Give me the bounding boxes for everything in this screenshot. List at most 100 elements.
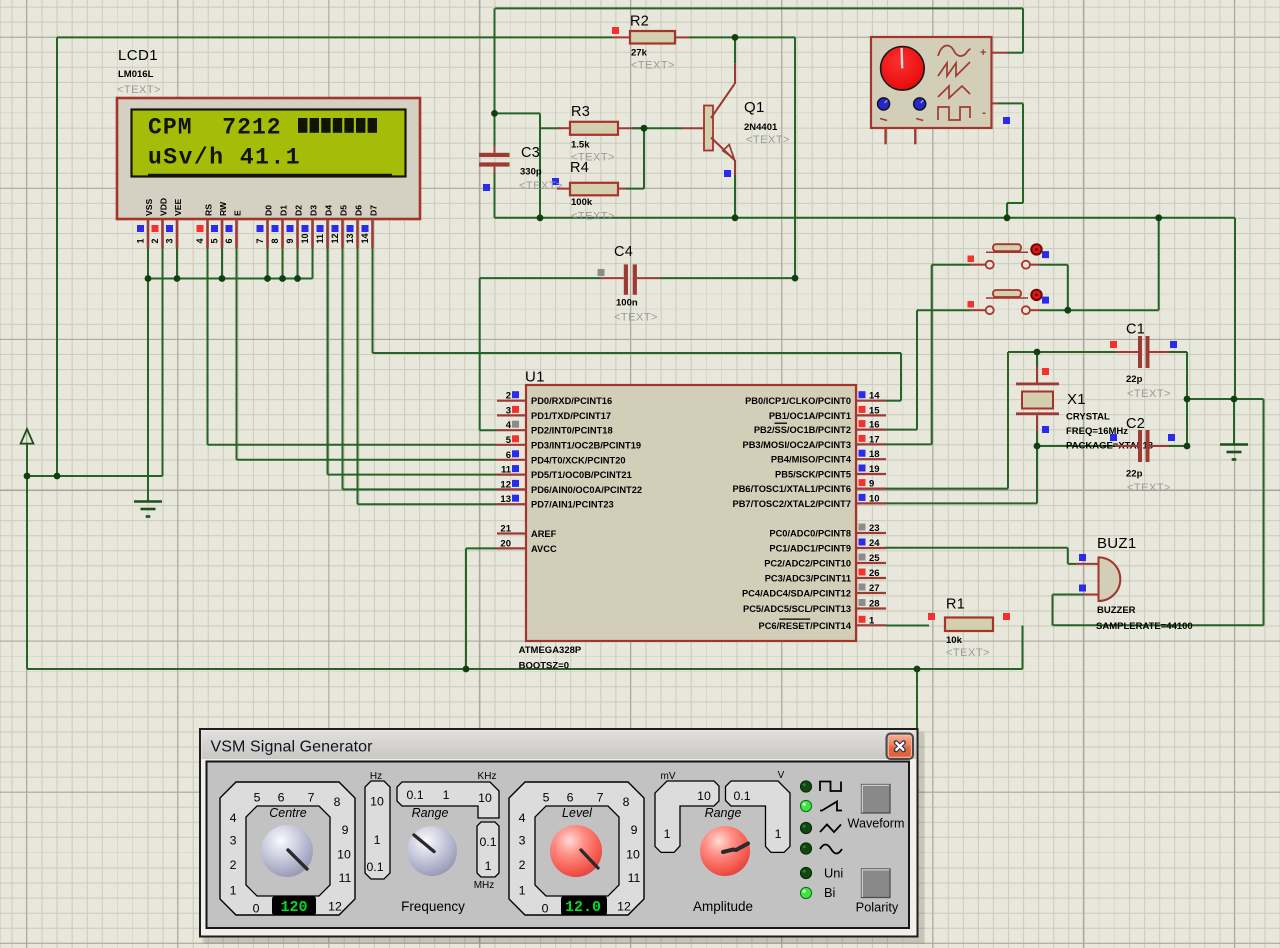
svg-text:BUZZER: BUZZER: [1097, 605, 1136, 616]
svg-text:0: 0: [542, 902, 549, 916]
svg-text:4: 4: [519, 811, 526, 825]
svg-text:2: 2: [230, 858, 237, 872]
svg-text:1: 1: [443, 788, 450, 802]
svg-text:X1: X1: [1067, 391, 1086, 408]
svg-text:R4: R4: [570, 160, 589, 176]
svg-text:12: 12: [500, 479, 511, 490]
svg-text:<TEXT>: <TEXT>: [1127, 388, 1171, 400]
svg-text:24: 24: [869, 538, 880, 549]
svg-text:PC5/ADC5/SCL/PCINT13: PC5/ADC5/SCL/PCINT13: [743, 604, 851, 614]
svg-text:6: 6: [506, 450, 511, 461]
svg-text:11: 11: [628, 871, 641, 885]
svg-text:12: 12: [328, 900, 342, 914]
svg-text:100n: 100n: [616, 298, 638, 309]
svg-text:Frequency: Frequency: [401, 899, 465, 914]
svg-text:MHz: MHz: [474, 880, 495, 891]
svg-text:D3: D3: [308, 205, 318, 216]
svg-text:<TEXT>: <TEXT>: [946, 647, 990, 659]
svg-text:AREF: AREF: [531, 529, 557, 539]
svg-text:V: V: [778, 770, 785, 781]
svg-text:PD2/INT0/PCINT18: PD2/INT0/PCINT18: [531, 426, 613, 436]
svg-text:1: 1: [374, 833, 381, 847]
svg-text:12: 12: [330, 233, 340, 243]
svg-text:5: 5: [543, 791, 550, 805]
svg-text:PC4/ADC4/SDA/PCINT12: PC4/ADC4/SDA/PCINT12: [742, 589, 851, 599]
svg-text:26: 26: [869, 568, 880, 579]
svg-text:22p: 22p: [1126, 374, 1143, 385]
svg-text:27: 27: [869, 583, 880, 594]
svg-text:2: 2: [150, 238, 160, 243]
svg-text:10: 10: [337, 848, 351, 862]
svg-text:R1: R1: [946, 597, 965, 613]
svg-text:R3: R3: [571, 104, 590, 120]
svg-text:<TEXT>: <TEXT>: [1127, 482, 1171, 494]
svg-text:R2: R2: [630, 14, 649, 30]
svg-text:3: 3: [506, 405, 511, 416]
svg-text:20: 20: [500, 538, 511, 549]
svg-text:18: 18: [869, 449, 880, 460]
svg-text:<TEXT>: <TEXT>: [117, 84, 161, 96]
svg-text:16: 16: [869, 420, 880, 431]
svg-text:100k: 100k: [571, 197, 593, 208]
svg-text:5: 5: [506, 435, 512, 446]
svg-text:120: 120: [280, 899, 307, 916]
svg-text:SAMPLERATE=44100: SAMPLERATE=44100: [1096, 621, 1193, 632]
svg-text:D5: D5: [338, 205, 348, 216]
svg-text:PD4/T0/XCK/PCINT20: PD4/T0/XCK/PCINT20: [531, 455, 626, 465]
svg-text:10: 10: [869, 493, 880, 504]
svg-text:2N4401: 2N4401: [744, 122, 778, 133]
svg-text:VSM Signal Generator: VSM Signal Generator: [211, 739, 374, 756]
svg-text:Q1: Q1: [744, 99, 765, 116]
svg-text:Range: Range: [412, 806, 449, 820]
svg-text:11: 11: [315, 234, 325, 244]
svg-text:<TEXT>: <TEXT>: [571, 211, 615, 223]
svg-text:PC1/ADC1/PCINT9: PC1/ADC1/PCINT9: [769, 544, 851, 554]
svg-text:PB2/SS/OC1B/PCINT2: PB2/SS/OC1B/PCINT2: [754, 425, 851, 435]
svg-text:D7: D7: [368, 205, 378, 216]
svg-text:U1: U1: [525, 369, 545, 386]
svg-text:1: 1: [485, 859, 492, 873]
svg-text:14: 14: [869, 391, 880, 402]
svg-text:CPM 7212: CPM 7212: [148, 115, 282, 141]
svg-text:uSv/h 41.1: uSv/h 41.1: [148, 145, 301, 171]
svg-text:4: 4: [230, 811, 237, 825]
svg-text:Waveform: Waveform: [848, 817, 905, 831]
svg-text:PD1/TXD/PCINT17: PD1/TXD/PCINT17: [531, 411, 611, 421]
svg-text:<TEXT>: <TEXT>: [631, 60, 675, 72]
svg-text:21: 21: [500, 524, 511, 535]
svg-text:4: 4: [506, 420, 512, 431]
svg-text:1: 1: [775, 827, 782, 841]
svg-text:7: 7: [308, 791, 315, 805]
svg-text:PB6/TOSC1/XTAL1/PCINT6: PB6/TOSC1/XTAL1/PCINT6: [733, 484, 851, 494]
svg-text:Bi: Bi: [824, 885, 835, 900]
svg-text:Uni: Uni: [824, 866, 843, 881]
svg-text:8: 8: [270, 238, 280, 243]
svg-text:0.1: 0.1: [366, 860, 383, 874]
svg-text:3: 3: [519, 834, 526, 848]
svg-text:1: 1: [136, 238, 146, 243]
svg-text:PB0/ICP1/CLKO/PCINT0: PB0/ICP1/CLKO/PCINT0: [745, 396, 851, 406]
svg-text:6: 6: [224, 238, 234, 243]
svg-text:1: 1: [230, 884, 237, 898]
svg-text:C2: C2: [1126, 416, 1145, 432]
svg-text:4: 4: [195, 238, 205, 243]
svg-text:BUZ1: BUZ1: [1097, 535, 1137, 552]
svg-text:3: 3: [230, 834, 237, 848]
svg-text:1.5k: 1.5k: [571, 140, 590, 151]
svg-text:10: 10: [370, 795, 384, 809]
svg-text:PD5/T1/OC0B/PCINT21: PD5/T1/OC0B/PCINT21: [531, 470, 632, 480]
svg-text:7: 7: [597, 791, 604, 805]
svg-text:PB5/SCK/PCINT5: PB5/SCK/PCINT5: [775, 470, 851, 480]
svg-text:2: 2: [506, 391, 511, 402]
svg-text:D2: D2: [293, 205, 303, 216]
svg-text:6: 6: [567, 791, 574, 805]
svg-text:9: 9: [869, 479, 874, 490]
svg-text:9: 9: [631, 823, 638, 837]
svg-text:PC0/ADC0/PCINT8: PC0/ADC0/PCINT8: [769, 529, 851, 539]
svg-text:Polarity: Polarity: [856, 900, 899, 915]
svg-text:Hz: Hz: [370, 771, 382, 782]
svg-text:0: 0: [253, 902, 260, 916]
svg-text:0.1: 0.1: [479, 835, 496, 849]
svg-text:27k: 27k: [631, 48, 648, 59]
svg-text:PC6/RESET/PCINT14: PC6/RESET/PCINT14: [759, 621, 852, 631]
